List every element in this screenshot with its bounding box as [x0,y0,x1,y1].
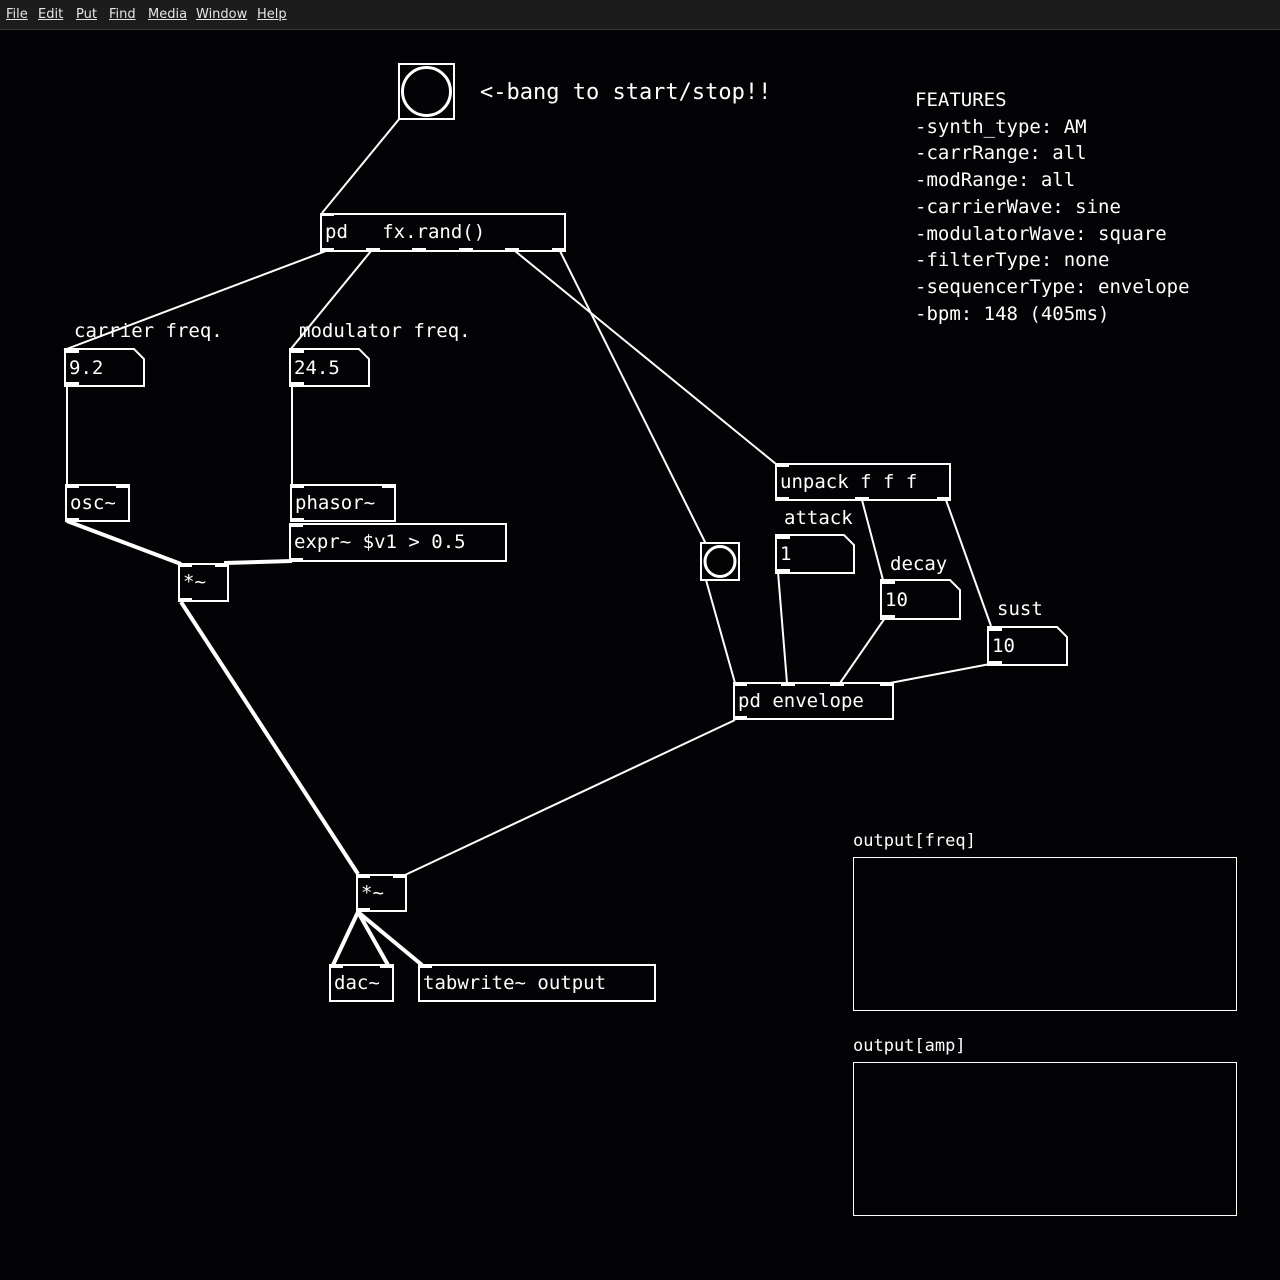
multiply-object-2[interactable]: *~ [356,874,407,912]
feature-line: -filterType: none [915,249,1110,272]
pd-envelope-object[interactable]: pd envelope [733,682,894,720]
cord-osc-to-mult1 [66,519,182,566]
feature-line: -modRange: all [915,169,1076,192]
modulator-value: 24.5 [294,357,340,379]
cord-mult1-to-mult2 [179,600,360,876]
cord-fxrand-to-unpack [514,250,777,465]
feature-line: -sequencerType: envelope [915,275,1190,298]
feature-line: -modulatorWave: square [915,222,1167,245]
array-freq-graph[interactable] [853,857,1237,1011]
dac-object[interactable]: dac~ [329,964,394,1002]
feature-line: -synth_type: AM [915,115,1087,138]
cord-fxrand-to-bang2 [559,250,707,545]
cord-bang2-to-envelope [705,579,736,684]
sust-value: 10 [992,635,1015,657]
feature-line: -bpm: 148 (405ms) [915,302,1110,325]
cord-unpack-to-decay [861,499,884,581]
cord-decay-to-envelope [839,617,886,684]
cord-bang-to-fxrand [321,117,401,214]
feature-line: -carrierWave: sine [915,195,1121,218]
array-amp-title: output[amp] [853,1036,966,1056]
multiply-object-1[interactable]: *~ [178,563,229,602]
features-title: FEATURES [915,89,1007,111]
tabwrite-object[interactable]: tabwrite~ output [418,964,656,1002]
cord-expr-to-mult1 [224,559,293,566]
bang-hint-comment: <-bang to start/stop!! [480,80,772,105]
modulator-freq-comment: modulator freq. [299,320,471,342]
phasor-object[interactable]: phasor~ [290,484,396,522]
attack-label: attack [784,507,853,529]
osc-object[interactable]: osc~ [65,484,130,522]
array-amp-graph[interactable] [853,1062,1237,1216]
bang-envelope-trigger[interactable] [700,542,740,581]
attack-value: 1 [780,543,792,565]
cord-sust-to-envelope [889,663,991,684]
unpack-object[interactable]: unpack f f f [775,463,951,501]
expr-object[interactable]: expr~ $v1 > 0.5 [289,523,507,562]
features-comment: FEATURES -synth_type: AM -carrRange: all… [915,87,1190,327]
feature-line: -carrRange: all [915,142,1087,165]
cord-mult2-to-dac-right [356,911,390,966]
decay-value: 10 [885,589,908,611]
cord-attack-to-envelope [777,571,788,684]
cord-mult2-to-tabwrite [356,910,424,967]
cord-mult2-to-dac-left [331,911,360,966]
sust-label: sust [997,598,1043,620]
cord-envelope-to-mult2 [404,719,736,876]
array-freq-title: output[freq] [853,831,976,851]
bang-start-stop[interactable] [398,63,455,120]
fx-rand-object[interactable]: pd fx.rand() [320,213,566,252]
decay-label: decay [890,553,948,575]
carrier-freq-comment: carrier freq. [74,320,223,342]
carrier-value: 9.2 [69,357,104,379]
